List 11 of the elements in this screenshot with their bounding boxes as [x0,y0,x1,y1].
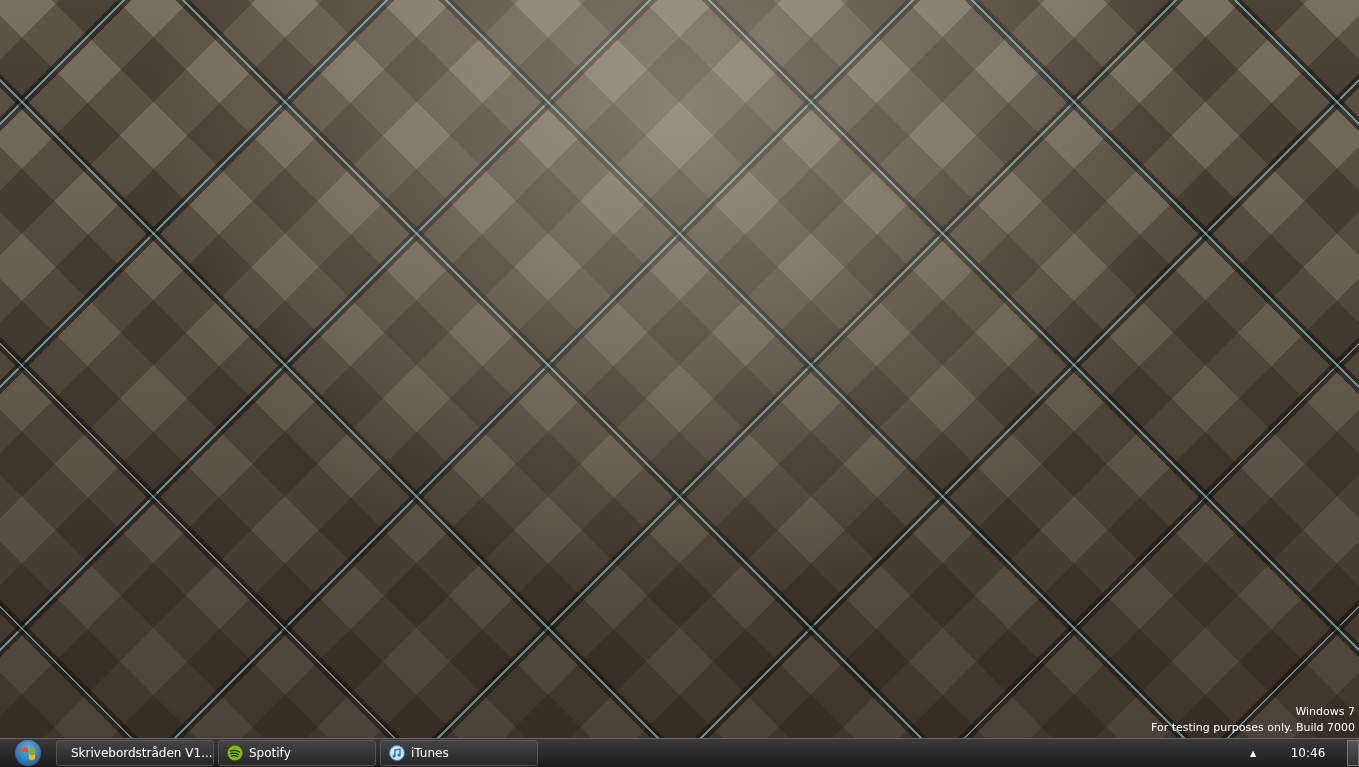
show-hidden-icons-button[interactable]: ▲ [1243,743,1263,763]
music-note-icon [389,745,405,761]
windows-logo-icon [15,740,41,766]
sound-waves-icon [227,745,243,761]
taskbar-button[interactable]: iTunes [380,740,538,766]
watermark-title: Windows 7 [1294,704,1355,720]
clock[interactable]: 10:46 [1283,741,1333,765]
show-desktop-button[interactable] [1347,740,1359,766]
watermark-build-text: For testing purposes only. Build 7000 [1150,720,1355,736]
taskbar-button[interactable]: Skrivebordstråden V1... [56,740,214,766]
taskbar-button[interactable]: Spotify [218,740,376,766]
